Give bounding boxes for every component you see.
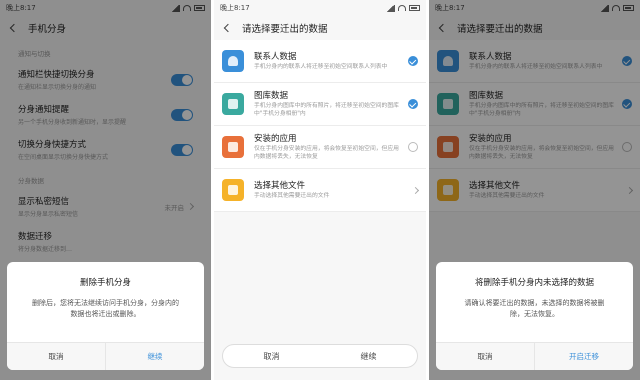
phone-screen-settings: 晚上8:17 手机分身 通知与切换 通知栏快捷切换分身 在通知栏显示切换分身的通… xyxy=(0,0,211,380)
continue-button[interactable]: 继续 xyxy=(105,343,204,370)
title-bar: 请选择要迁出的数据 xyxy=(214,16,426,40)
item-description: 手动选择其他需要迁出的文件 xyxy=(254,193,330,200)
cancel-button[interactable]: 取消 xyxy=(223,345,320,367)
contacts-icon xyxy=(222,50,244,72)
data-item-contacts[interactable]: 联系人数据 手机分身内的联系人将迁移至初始空间联系人列表中 xyxy=(214,40,426,83)
checkbox-checked[interactable] xyxy=(408,99,418,109)
dialog-title: 将删除手机分身内未选择的数据 xyxy=(474,278,594,288)
cancel-button[interactable]: 取消 xyxy=(436,343,534,370)
wifi-icon xyxy=(398,5,406,11)
confirm-delete-dialog: 将删除手机分身内未选择的数据 请确认将要迁出的数据，未选择的数据将被删除，无法恢… xyxy=(436,262,633,370)
folder-icon xyxy=(222,179,244,201)
start-migration-button[interactable]: 开启迁移 xyxy=(534,343,633,370)
battery-icon xyxy=(409,5,420,11)
dialog-message: 删除后，您将无法继续访问手机分身，分身内的数据也将迁出或删除。 xyxy=(32,299,179,319)
checkbox-unchecked[interactable] xyxy=(408,142,418,152)
gallery-icon xyxy=(222,93,244,115)
phone-screen-select-data: 晚上8:17 请选择要迁出的数据 联系人数据 手机分身内的联系人将迁移至初始空间… xyxy=(214,0,426,380)
item-title: 选择其他文件 xyxy=(254,181,306,192)
continue-button[interactable]: 继续 xyxy=(320,345,417,367)
action-bar: 取消 继续 xyxy=(222,344,418,368)
chevron-right-icon xyxy=(411,186,420,194)
item-title: 安装的应用 xyxy=(254,134,297,145)
dialog-message: 请确认将要迁出的数据，未选择的数据将被删除，无法恢复。 xyxy=(464,299,605,319)
status-time: 晚上8:17 xyxy=(220,4,250,12)
data-item-gallery[interactable]: 图库数据 手机分身内图库中的所有照片，将迁移至初始空间的图库中"手机分身相册"内 xyxy=(214,83,426,126)
item-title: 联系人数据 xyxy=(254,52,297,63)
status-bar: 晚上8:17 xyxy=(214,0,426,16)
back-icon[interactable] xyxy=(220,20,236,36)
checkbox-checked[interactable] xyxy=(408,56,418,66)
signal-icon xyxy=(386,4,395,12)
page-title: 请选择要迁出的数据 xyxy=(242,24,328,35)
data-item-files[interactable]: 选择其他文件 手动选择其他需要迁出的文件 xyxy=(214,169,426,212)
phone-screen-confirm-migrate: 晚上8:17 请选择要迁出的数据 联系人数据 手机分身内的联系人将迁移至初始空间… xyxy=(429,0,640,380)
data-item-apps[interactable]: 安装的应用 仅在手机分身安装的应用，将会恢复至初始空间，但应用内数据将丢失，无法… xyxy=(214,126,426,169)
item-description: 仅在手机分身安装的应用，将会恢复至初始空间，但应用内数据将丢失，无法恢复 xyxy=(254,146,399,160)
item-description: 手机分身内的联系人将迁移至初始空间联系人列表中 xyxy=(254,64,388,71)
dialog-title: 删除手机分身 xyxy=(79,278,131,288)
item-description: 手机分身内图库中的所有照片，将迁移至初始空间的图库中"手机分身相册"内 xyxy=(254,103,399,117)
delete-clone-dialog: 删除手机分身 删除后，您将无法继续访问手机分身，分身内的数据也将迁出或删除。 取… xyxy=(7,262,204,370)
cancel-button[interactable]: 取消 xyxy=(7,343,105,370)
item-title: 图库数据 xyxy=(254,91,289,102)
apps-icon xyxy=(222,136,244,158)
